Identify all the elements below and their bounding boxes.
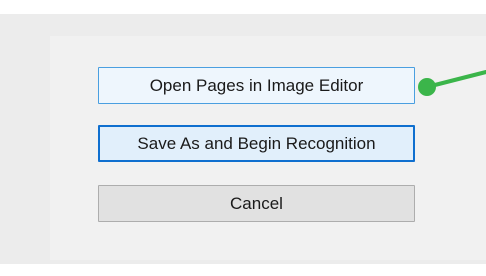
open-pages-in-image-editor-button[interactable]: Open Pages in Image Editor: [98, 67, 415, 104]
cancel-button[interactable]: Cancel: [98, 185, 415, 222]
dialog-window: Open Pages in Image Editor Save As and B…: [0, 0, 486, 276]
save-as-and-begin-recognition-button[interactable]: Save As and Begin Recognition: [98, 125, 415, 162]
